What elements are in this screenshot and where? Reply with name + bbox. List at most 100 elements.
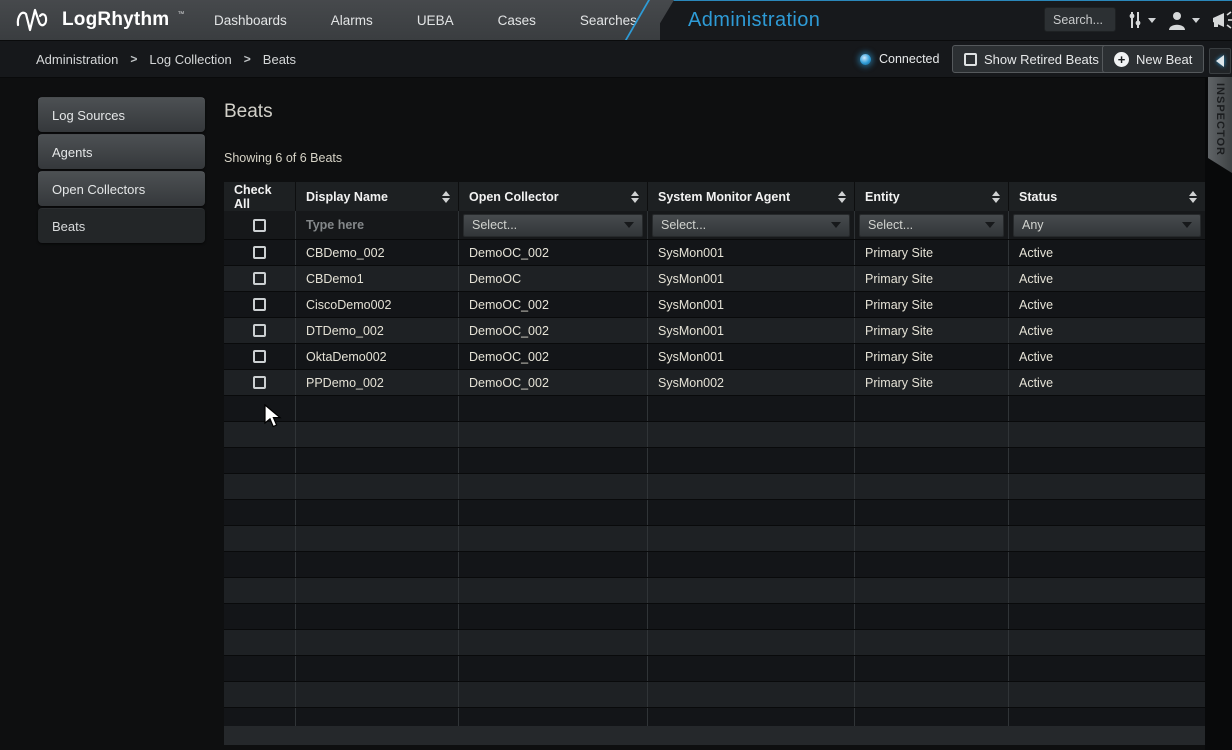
- select-value: Select...: [661, 218, 706, 232]
- sidebar-item-log-sources[interactable]: Log Sources: [38, 97, 205, 132]
- brand-name: LogRhythm: [62, 9, 169, 31]
- sort-down-arrow: [442, 198, 450, 203]
- empty-cell: [296, 552, 459, 577]
- cell-open-collector: DemoOC_002: [459, 292, 648, 317]
- sidebar-item-agents[interactable]: Agents: [38, 134, 205, 169]
- empty-table-row: [224, 578, 1205, 604]
- cell-status: Active: [1009, 370, 1205, 395]
- empty-cell: [1009, 682, 1205, 707]
- beats-table: Check AllDisplay NameOpen CollectorSyste…: [224, 182, 1205, 726]
- cell-entity: Primary Site: [855, 370, 1009, 395]
- empty-cell: [648, 604, 855, 629]
- row-checkbox[interactable]: [253, 350, 266, 363]
- empty-cell: [855, 604, 1009, 629]
- cell-system-monitor-agent: SysMon001: [648, 292, 855, 317]
- new-beat-button[interactable]: + New Beat: [1102, 45, 1204, 73]
- system-monitor-agent-filter-select[interactable]: Select...: [652, 214, 850, 237]
- empty-cell: [855, 474, 1009, 499]
- sliders-icon[interactable]: [1126, 11, 1144, 29]
- nav-item-dashboards[interactable]: Dashboards: [192, 0, 309, 40]
- logrhythm-logo[interactable]: LogRhythm ™: [16, 0, 184, 40]
- open-collector-filter-select[interactable]: Select...: [463, 214, 643, 237]
- table-row[interactable]: CiscoDemo002DemoOC_002SysMon001Primary S…: [224, 292, 1205, 318]
- entity-filter-select[interactable]: Select...: [859, 214, 1004, 237]
- table-row[interactable]: CBDemo_002DemoOC_002SysMon001Primary Sit…: [224, 240, 1205, 266]
- row-checkbox[interactable]: [253, 246, 266, 259]
- row-checkbox-cell: [224, 370, 296, 395]
- column-header-label: Entity: [865, 190, 900, 204]
- plus-icon: +: [1114, 52, 1129, 67]
- cell-status: Active: [1009, 266, 1205, 291]
- empty-cell: [224, 656, 296, 681]
- column-header-status[interactable]: Status: [1009, 182, 1205, 211]
- show-retired-checkbox[interactable]: [964, 53, 977, 66]
- chevron-down-icon[interactable]: [1148, 18, 1156, 23]
- status-filter-cell: Any: [1009, 211, 1205, 239]
- empty-cell: [224, 448, 296, 473]
- empty-cell: [1009, 396, 1205, 421]
- chevron-down-icon[interactable]: [1192, 18, 1200, 23]
- select-value: Select...: [472, 218, 517, 232]
- table-footer-strip[interactable]: [224, 726, 1205, 745]
- cell-status: Active: [1009, 318, 1205, 343]
- sort-up-arrow: [1189, 191, 1197, 196]
- table-row[interactable]: CBDemo1DemoOCSysMon001Primary SiteActive: [224, 266, 1205, 292]
- show-retired-label: Show Retired Beats: [984, 52, 1099, 67]
- column-header-system-monitor-agent[interactable]: System Monitor Agent: [648, 182, 855, 211]
- nav-item-administration-active[interactable]: Administration: [688, 0, 820, 40]
- column-header-display-name[interactable]: Display Name: [296, 182, 459, 211]
- empty-table-row: [224, 604, 1205, 630]
- chevron-down-icon: [624, 222, 634, 228]
- nav-item-ueba[interactable]: UEBA: [395, 0, 476, 40]
- user-icon[interactable]: [1166, 10, 1188, 30]
- breadcrumb-item-log-collection[interactable]: Log Collection: [149, 52, 231, 67]
- empty-table-row: [224, 500, 1205, 526]
- row-checkbox[interactable]: [253, 272, 266, 285]
- column-header-open-collector[interactable]: Open Collector: [459, 182, 648, 211]
- column-header-entity[interactable]: Entity: [855, 182, 1009, 211]
- sort-icon: [631, 191, 639, 203]
- display-name-filter-input[interactable]: [300, 211, 454, 239]
- empty-cell: [459, 656, 648, 681]
- empty-cell: [1009, 708, 1205, 726]
- table-row[interactable]: OktaDemo002DemoOC_002SysMon001Primary Si…: [224, 344, 1205, 370]
- megaphone-icon[interactable]: [1210, 10, 1232, 30]
- breadcrumb-item-administration[interactable]: Administration: [36, 52, 118, 67]
- sort-down-arrow: [838, 198, 846, 203]
- sidebar-item-beats[interactable]: Beats: [38, 208, 205, 243]
- row-checkbox[interactable]: [253, 298, 266, 311]
- check-all-checkbox[interactable]: [253, 219, 266, 232]
- inspector-collapse-button[interactable]: [1209, 48, 1231, 74]
- sidebar-item-open-collectors[interactable]: Open Collectors: [38, 171, 205, 206]
- nav-item-cases[interactable]: Cases: [476, 0, 558, 40]
- empty-cell: [648, 500, 855, 525]
- empty-cell: [296, 474, 459, 499]
- empty-cell: [855, 630, 1009, 655]
- empty-cell: [648, 448, 855, 473]
- empty-cell: [224, 682, 296, 707]
- cell-system-monitor-agent: SysMon001: [648, 266, 855, 291]
- empty-cell: [648, 656, 855, 681]
- search-input[interactable]: Search...: [1044, 7, 1116, 32]
- show-retired-beats-button[interactable]: Show Retired Beats: [952, 45, 1111, 73]
- empty-cell: [459, 578, 648, 603]
- cell-display-name[interactable]: CiscoDemo002: [296, 292, 459, 317]
- cell-display-name[interactable]: PPDemo_002: [296, 370, 459, 395]
- row-checkbox[interactable]: [253, 376, 266, 389]
- cell-status: Active: [1009, 344, 1205, 369]
- cell-display-name[interactable]: OktaDemo002: [296, 344, 459, 369]
- table-header-row: Check AllDisplay NameOpen CollectorSyste…: [224, 182, 1205, 211]
- inspector-tab[interactable]: INSPECTOR: [1208, 77, 1232, 173]
- empty-cell: [459, 448, 648, 473]
- logrhythm-logo-icon: [16, 7, 54, 33]
- cell-display-name[interactable]: CBDemo1: [296, 266, 459, 291]
- cell-display-name[interactable]: DTDemo_002: [296, 318, 459, 343]
- cell-display-name[interactable]: CBDemo_002: [296, 240, 459, 265]
- status-filter-select[interactable]: Any: [1013, 214, 1201, 237]
- table-row[interactable]: PPDemo_002DemoOC_002SysMon002Primary Sit…: [224, 370, 1205, 396]
- row-checkbox[interactable]: [253, 324, 266, 337]
- empty-cell: [296, 656, 459, 681]
- breadcrumb-item-beats[interactable]: Beats: [263, 52, 296, 67]
- table-row[interactable]: DTDemo_002DemoOC_002SysMon001Primary Sit…: [224, 318, 1205, 344]
- nav-item-alarms[interactable]: Alarms: [309, 0, 395, 40]
